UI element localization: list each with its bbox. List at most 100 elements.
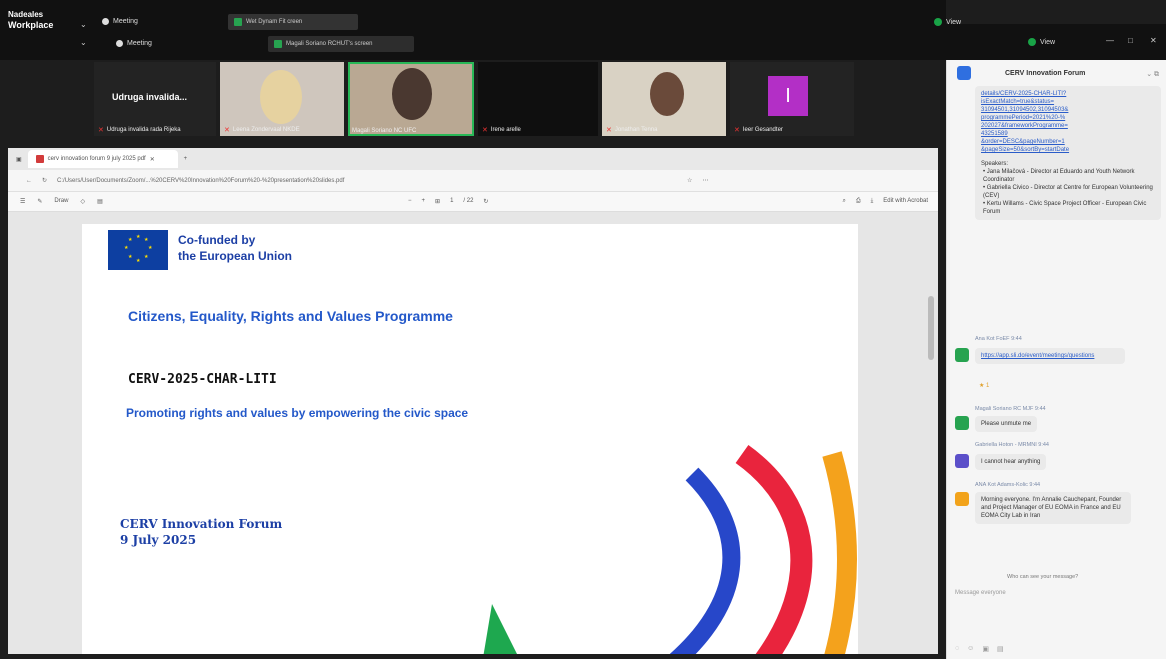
chat-message: Please unmute me — [975, 416, 1038, 432]
window-icon[interactable]: ▣ — [16, 156, 22, 163]
chat-link[interactable]: &pageSize=50&sortBy=startDate — [981, 146, 1155, 154]
pdf-viewport[interactable]: ★ ★ ★ ★ ★ ★ ★ ★ Co-funded by the Europea… — [8, 212, 938, 654]
chat-link[interactable]: &order=DESC&pageNumber=1 — [981, 138, 1155, 146]
chat-message: Morning everyone. I'm Annalie Cauchepant… — [975, 492, 1131, 524]
participant-name: ✕ Udruga invalida rada Rijeka — [98, 127, 181, 134]
erase-icon[interactable]: ◇ — [80, 198, 85, 205]
participant-tile[interactable]: ✕ Leena Zondervaal NKDE — [220, 62, 344, 136]
avatar — [955, 348, 969, 362]
refresh-icon[interactable]: ↻ — [42, 177, 47, 184]
emoji-icon[interactable]: ☺ — [967, 645, 974, 653]
minimize-icon[interactable]: — — [1106, 36, 1114, 45]
chat-message: I cannot hear anything — [975, 454, 1047, 470]
back-icon[interactable]: ← — [26, 178, 32, 184]
reaction-badge[interactable]: ★ 1 — [979, 382, 989, 389]
star-icon[interactable]: ☆ — [687, 177, 692, 184]
draw-button[interactable]: Draw — [54, 198, 68, 205]
file-icon[interactable]: ▤ — [997, 645, 1004, 653]
participant-name: ✕ Irene arelle — [482, 127, 521, 134]
programme-title: Citizens, Equality, Rights and Values Pr… — [128, 308, 453, 324]
view-button[interactable]: View — [1028, 38, 1055, 46]
meeting-topbar: Nadeales Workplace ⌄ ⌄ Meeting Meeting W… — [0, 0, 961, 60]
participant-video — [650, 72, 684, 116]
chat-message: details/CERV-2025-CHAR-LITI? isExactMatc… — [975, 86, 1161, 220]
avatar — [955, 454, 969, 468]
speakers-label: Speakers: — [981, 161, 1009, 167]
participant-tile[interactable]: Udruga invalida... ✕ Udruga invalida rada… — [94, 62, 216, 136]
view-button-label: View — [1040, 38, 1056, 46]
participant-tile[interactable]: ✕ Irene arelle — [478, 62, 598, 136]
mic-muted-icon: ✕ — [482, 127, 488, 134]
chat-link[interactable]: isExactMatch=true&status= — [981, 98, 1155, 106]
workspace-label[interactable]: Nadeales Workplace — [8, 10, 53, 30]
participant-video — [392, 68, 432, 120]
participant-tile-speaking[interactable]: Magali Soriano NC UFC — [348, 62, 474, 136]
fit-icon[interactable]: ⊞ — [435, 198, 440, 205]
maximize-icon[interactable]: □ — [1128, 36, 1133, 45]
meeting-item-label: Meeting — [127, 40, 152, 47]
speaker-item: • Kertu Willams - Civic Space Project Of… — [983, 201, 1147, 215]
participant-name: ✕ Jonathan Tenna — [606, 127, 658, 134]
avatar: I — [768, 76, 808, 116]
recipient-hint[interactable]: Who can see your message? — [1007, 574, 1078, 580]
avatar — [955, 492, 969, 506]
new-tab-icon[interactable]: + — [184, 156, 188, 162]
screen-share-tab-active[interactable]: Magali Soriano RCHUT's screen — [268, 36, 414, 52]
url-field[interactable]: C:/Users/User/Documents/Zoom/...%20CERV%… — [57, 178, 677, 184]
page-number-input[interactable]: 1 — [450, 198, 453, 205]
pdf-icon — [35, 155, 44, 163]
chat-link[interactable]: 202027&frameworkProgramme= — [981, 122, 1155, 130]
slide-subtitle: Promoting rights and values by empowerin… — [126, 406, 469, 420]
speaker-item: • Jana Milačová - Director at Eduardo an… — [983, 169, 1135, 183]
zoom-in-icon[interactable]: + — [422, 198, 426, 205]
speaker-item: • Gabriella Civico - Director at Centre … — [983, 185, 1153, 199]
chat-link[interactable]: 43251589 — [981, 130, 1155, 138]
browser-tab[interactable]: cerv innovation forum 9 july 2025 pdf ✕ — [27, 150, 178, 168]
call-code: CERV-2025-CHAR-LITI — [128, 372, 277, 387]
save-icon[interactable]: ⤓ — [871, 198, 874, 205]
chevron-down-icon[interactable]: ⌄ — [80, 38, 87, 47]
participant-name: ✕ Leena Zondervaal NKDE — [224, 127, 300, 134]
draw-icon[interactable]: ✎ — [37, 198, 42, 205]
chat-link[interactable]: details/CERV-2025-CHAR-LITI? — [981, 90, 1155, 98]
screen-share-tab[interactable]: Wet Dynam Fit creen — [228, 14, 358, 30]
close-icon[interactable]: ✕ — [150, 156, 155, 163]
mic-muted-icon: ✕ — [734, 127, 740, 134]
rotate-icon[interactable]: ↻ — [483, 198, 488, 205]
chat-footer-toolbar: ◌ ☺ ▣ ▤ — [955, 645, 1004, 653]
meeting-item[interactable]: Meeting — [116, 40, 152, 47]
participant-name-large: Udruga invalida... — [112, 92, 188, 102]
print-icon[interactable]: ⎙ — [856, 198, 861, 205]
format-icon[interactable]: ◌ — [955, 645, 959, 653]
highlight-icon[interactable]: ▤ — [97, 198, 103, 205]
pdf-toolbar: ☰ ✎ Draw ◇ ▤ − + ⊞ 1 / 22 ↻ ⌕ ⎙ ⤓ Edit w… — [8, 192, 938, 212]
screen-share-tab-label: Wet Dynam Fit creen — [246, 19, 303, 25]
chat-logo-icon — [957, 66, 971, 80]
screenshot-icon[interactable]: ▣ — [982, 645, 989, 653]
chat-link[interactable]: programmePeriod=2021%20-% — [981, 114, 1155, 122]
menu-icon[interactable]: ⋯ — [702, 177, 708, 184]
search-icon[interactable]: ⌕ — [842, 198, 845, 205]
contents-icon[interactable]: ☰ — [20, 198, 25, 205]
chat-link[interactable]: https://app.sli.do/event/meetings/questi… — [981, 353, 1094, 359]
participant-tile[interactable]: ✕ Jonathan Tenna — [602, 62, 726, 136]
speakers-list: Speakers: • Jana Milačová - Director at … — [981, 160, 1155, 216]
meeting-item-label: Meeting — [113, 18, 138, 25]
screen-share-tab-label: Magali Soriano RCHUT's screen — [286, 41, 373, 47]
chat-header-controls[interactable]: ⌄ ⧉ — [1146, 70, 1159, 79]
participant-tile[interactable]: I ✕ Ieer Gesandter — [730, 62, 854, 136]
chat-link[interactable]: 31094501,31094502,31094503& — [981, 106, 1155, 114]
scrollbar[interactable] — [928, 296, 934, 360]
event-title: CERV Innovation Forum 9 July 2025 — [120, 517, 283, 547]
message-input[interactable]: Message everyone — [955, 590, 1006, 596]
chevron-down-icon[interactable]: ⌄ — [80, 20, 87, 29]
close-icon[interactable]: ✕ — [1150, 36, 1157, 45]
share-icon — [234, 18, 242, 26]
share-icon — [274, 40, 282, 48]
zoom-out-icon[interactable]: − — [408, 198, 412, 205]
participant-name: Magali Soriano NC UFC — [352, 128, 417, 134]
chat-sender: Gabriella Hoton - MRMNI 9:44 — [975, 442, 1049, 448]
chat-message: https://app.sli.do/event/meetings/questi… — [975, 348, 1125, 364]
edit-with-acrobat-button[interactable]: Edit with Acrobat — [883, 198, 928, 205]
meeting-item[interactable]: Meeting — [102, 18, 138, 25]
